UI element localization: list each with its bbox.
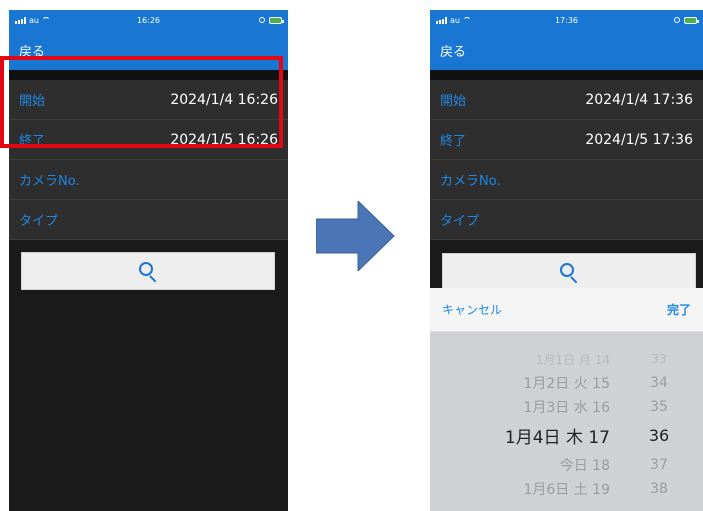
camera-label: カメラNo.: [19, 174, 80, 189]
status-bar: au 17:36: [430, 10, 703, 30]
alarm-icon: [259, 17, 265, 23]
end-value: 2024/1/5 16:26: [170, 131, 278, 148]
section-gap: [9, 70, 288, 80]
type-label: タイプ: [19, 214, 59, 229]
signal-icon: [15, 16, 26, 24]
carrier-name: au: [450, 15, 460, 25]
end-label: 終了: [19, 134, 46, 149]
type-row[interactable]: タイプ: [430, 200, 703, 240]
picker-minute: 36: [648, 425, 670, 445]
picker-date: 1月6日 土 19: [523, 482, 610, 498]
cancel-button[interactable]: キャンセル: [442, 301, 502, 318]
picker-row[interactable]: 1月4日 木 17 36: [430, 424, 703, 448]
carrier: au: [15, 16, 50, 25]
back-button[interactable]: 戻る: [440, 41, 466, 60]
right-phone-screen: au 17:36 戻る 開始 2024/1/4 17:36 終了 2024/1/…: [430, 10, 703, 511]
left-phone-screen: au 16:26 戻る 開始 2024/1/4 16:26 終了 2024/1/…: [9, 10, 288, 511]
camera-label: カメラNo.: [440, 174, 501, 189]
end-row[interactable]: 終了 2024/1/5 16:26: [9, 120, 288, 160]
end-value: 2024/1/5 17:36: [585, 131, 693, 148]
carrier: au: [436, 16, 471, 25]
camera-row[interactable]: カメラNo.: [430, 160, 703, 200]
carrier-name: au: [29, 15, 39, 25]
picker-minute: 38: [650, 481, 668, 497]
alarm-icon: [674, 17, 680, 23]
start-row[interactable]: 開始 2024/1/4 16:26: [9, 80, 288, 120]
picker-row[interactable]: 1月6日 土 19 38: [430, 478, 703, 500]
status-right: [674, 16, 699, 24]
camera-row[interactable]: カメラNo.: [9, 160, 288, 200]
status-time: 16:26: [136, 15, 161, 25]
picker-minute: 37: [650, 457, 668, 473]
battery-icon: [684, 16, 699, 24]
picker-date: 1月3日 水 16: [523, 400, 610, 416]
search-button[interactable]: [21, 252, 275, 290]
signal-icon: [436, 16, 447, 24]
nav-bar: 戻る: [430, 30, 703, 70]
type-label: タイプ: [440, 214, 480, 229]
picker-minute: 33: [651, 352, 667, 366]
search-icon: [139, 262, 157, 283]
picker-date: 1月1日 月 14: [535, 352, 610, 367]
nav-bar: 戻る: [9, 30, 288, 70]
wifi-icon: [41, 17, 50, 23]
picker-minute: 35: [650, 399, 668, 415]
section-gap: [430, 70, 703, 80]
status-bar: au 16:26: [9, 10, 288, 30]
done-button[interactable]: 完了: [667, 301, 691, 318]
date-time-picker[interactable]: 1月1日 月 14 33 1月2日 火 15 34 1月3日 水 16 35 1月4日 木 …: [430, 332, 703, 511]
picker-date: 1月2日 火 15: [523, 376, 610, 392]
battery-icon: [269, 16, 284, 24]
start-value: 2024/1/4 17:36: [585, 91, 693, 108]
picker-row[interactable]: 1月3日 水 16 35: [430, 396, 703, 418]
start-row[interactable]: 開始 2024/1/4 17:36: [430, 80, 703, 120]
wifi-icon: [462, 17, 471, 23]
picker-row[interactable]: 1月1日 月 14 33: [430, 348, 703, 370]
start-label: 開始: [19, 94, 46, 109]
type-row[interactable]: タイプ: [9, 200, 288, 240]
status-right: [259, 16, 284, 24]
end-label: 終了: [440, 134, 467, 149]
start-label: 開始: [440, 94, 467, 109]
start-value: 2024/1/4 16:26: [170, 91, 278, 108]
end-row[interactable]: 終了 2024/1/5 17:36: [430, 120, 703, 160]
picker-date: 1月4日 木 17: [504, 427, 610, 448]
picker-minute: 34: [650, 375, 668, 391]
back-button[interactable]: 戻る: [19, 41, 45, 60]
search-icon: [560, 263, 578, 284]
arrow-right-icon: [316, 201, 395, 271]
picker-row[interactable]: 1月2日 火 15 34: [430, 372, 703, 394]
picker-row[interactable]: 今日 18 37: [430, 454, 703, 476]
picker-date: 今日 18: [559, 458, 610, 474]
search-button[interactable]: [442, 253, 696, 291]
picker-toolbar: キャンセル 完了: [430, 288, 703, 332]
